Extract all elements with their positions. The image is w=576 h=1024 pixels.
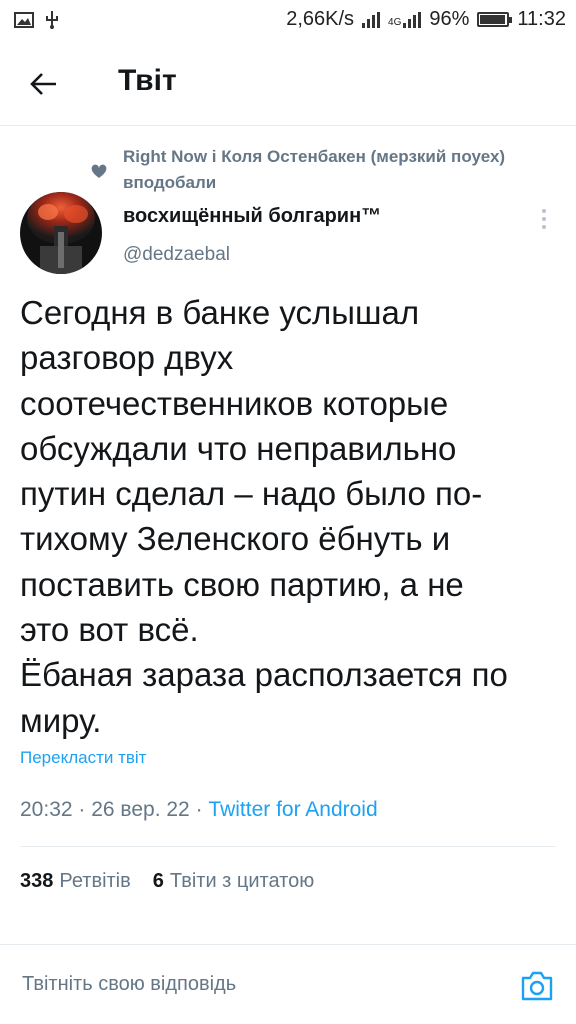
signal-icon xyxy=(362,11,381,28)
reply-bar: Твітніть свою відповідь xyxy=(0,944,576,1024)
more-vertical-icon xyxy=(542,209,546,229)
header: Твіт xyxy=(0,42,576,126)
status-bar: 2,66K/s 4G 96% 11:32 xyxy=(0,0,576,42)
tweet-text: Сегодня в банке услышал разговор двух со… xyxy=(20,294,508,739)
reply-input[interactable]: Твітніть свою відповідь xyxy=(22,973,236,996)
divider xyxy=(20,846,556,847)
tweet-date: 26 вер. 22 xyxy=(91,798,190,821)
signal-4g-icon xyxy=(403,11,422,28)
retweets-label: Ретвітів xyxy=(59,870,131,892)
usb-icon xyxy=(46,11,58,29)
retweets-stat[interactable]: 338 Ретвітів xyxy=(20,870,131,893)
meta-separator: · xyxy=(195,798,209,821)
quotes-stat[interactable]: 6 Твіти з цитатою xyxy=(153,870,314,893)
avatar-image xyxy=(20,192,102,274)
page-title: Твіт xyxy=(118,64,177,97)
network-speed: 2,66K/s xyxy=(286,8,355,30)
heart-icon xyxy=(91,164,107,178)
back-button[interactable] xyxy=(26,66,62,102)
tweet-meta: 20:32 · 26 вер. 22 · Twitter for Android xyxy=(20,798,378,822)
tweet-stats: 338 Ретвітів 6 Твіти з цитатою xyxy=(20,870,314,893)
tweet-source-link[interactable]: Twitter for Android xyxy=(208,798,377,821)
more-options-button[interactable] xyxy=(532,204,556,234)
battery-icon xyxy=(477,12,513,27)
arrow-left-icon xyxy=(30,73,56,95)
liked-by-text[interactable]: Right Now і Коля Остенбакен (мерзкий поу… xyxy=(123,144,575,196)
translate-tweet-link[interactable]: Перекласти твіт xyxy=(20,748,146,768)
quotes-count: 6 xyxy=(152,870,164,892)
battery-fill xyxy=(480,15,506,24)
retweets-count: 338 xyxy=(20,870,54,892)
camera-icon xyxy=(521,971,553,1001)
status-left-icons xyxy=(14,10,60,30)
battery-percent: 96% xyxy=(429,8,470,30)
clock: 11:32 xyxy=(517,8,566,30)
meta-separator: · xyxy=(78,798,92,821)
tweet-time: 20:32 xyxy=(20,798,73,821)
camera-button[interactable] xyxy=(519,969,555,1003)
status-right: 2,66K/s 4G 96% 11:32 xyxy=(286,8,566,31)
quotes-label: Твіти з цитатою xyxy=(169,870,315,892)
author-handle[interactable]: @dedzaebal xyxy=(123,244,230,266)
avatar[interactable] xyxy=(20,192,102,274)
network-type: 4G xyxy=(388,11,422,28)
image-notification-icon xyxy=(14,12,34,28)
author-display-name[interactable]: восхищённый болгарин™ xyxy=(123,205,381,228)
